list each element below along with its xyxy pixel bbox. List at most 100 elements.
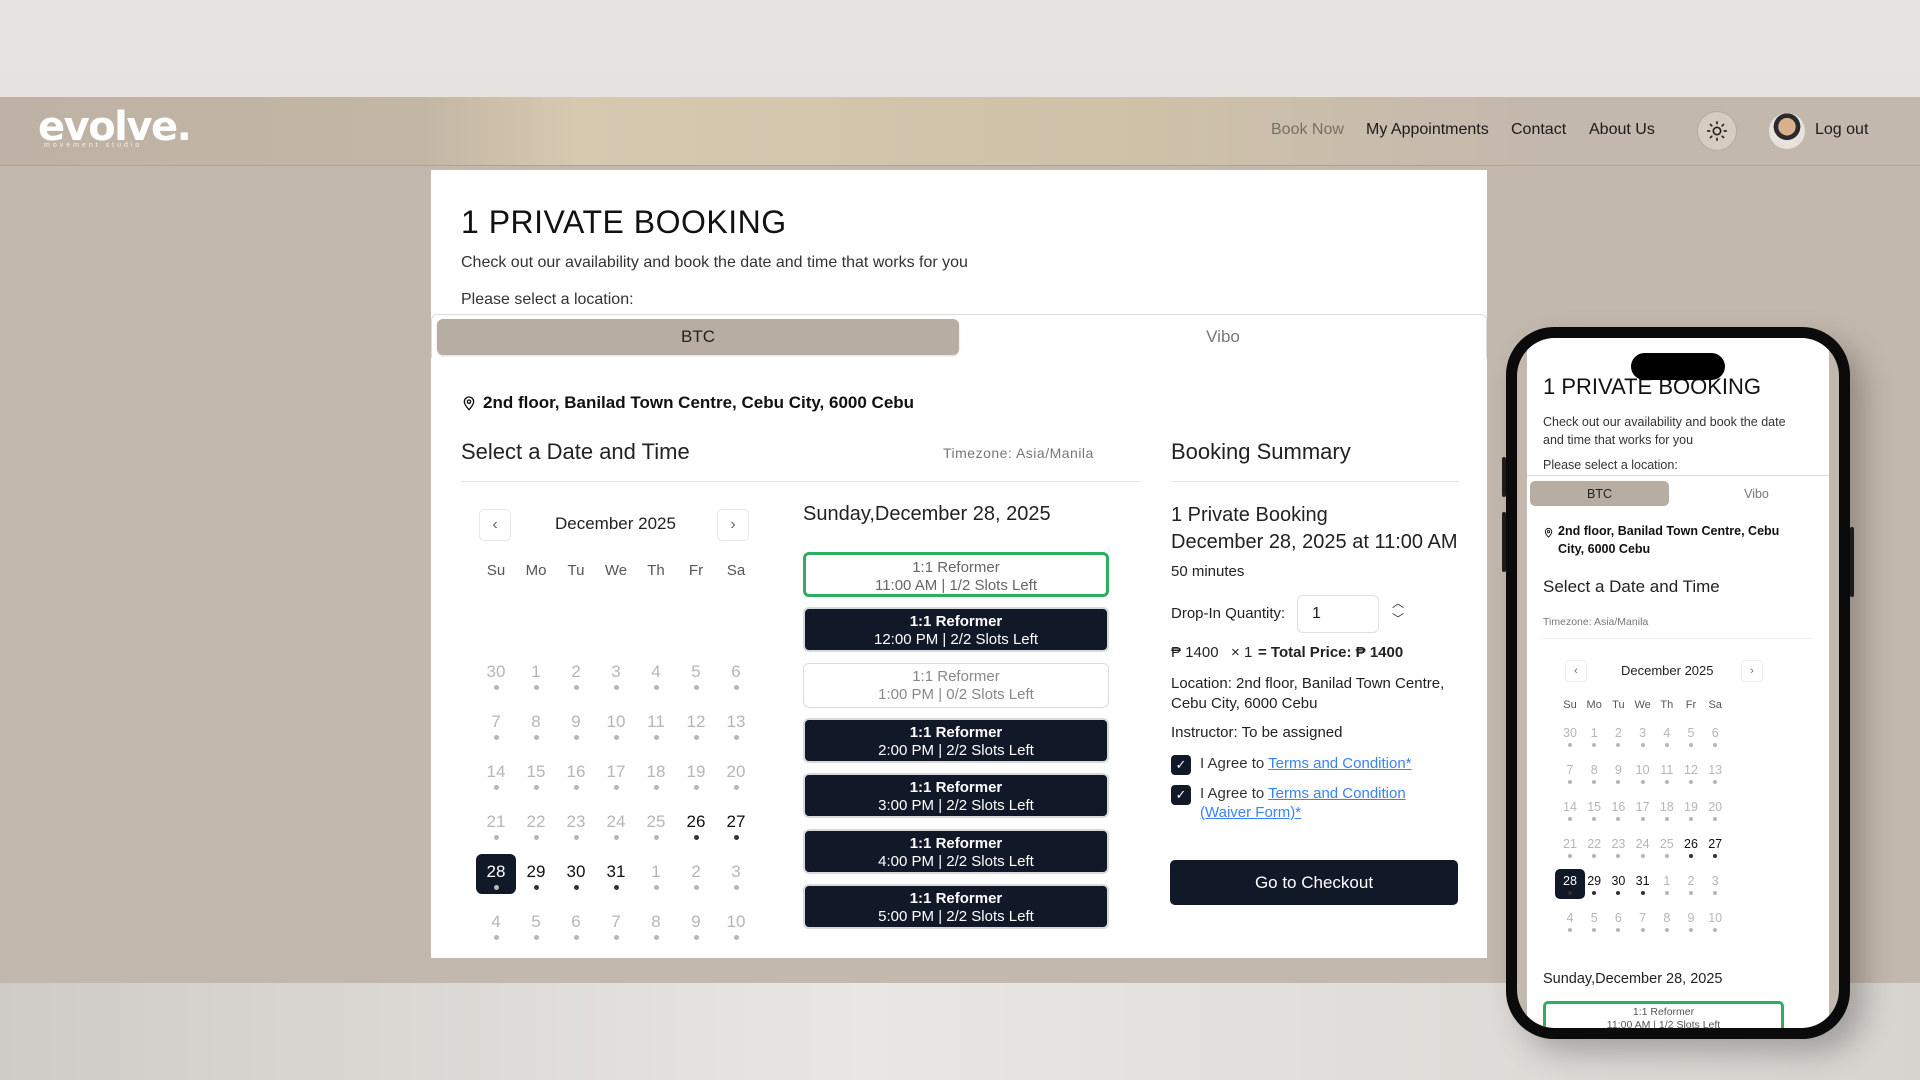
mobile-tab-vibo[interactable]: Vibo [1687, 481, 1826, 506]
mobile-booking-card: 1 PRIVATE BOOKING Check out our availabi… [1527, 338, 1829, 1028]
mobile-day-number: 23 [1611, 837, 1626, 851]
theme-toggle-button[interactable] [1697, 111, 1737, 151]
mobile-address: 2nd floor, Banilad Town Centre, Cebu Cit… [1543, 522, 1783, 558]
calendar-day[interactable]: 31 [596, 854, 636, 894]
availability-dot [614, 835, 619, 840]
mobile-day-number: 9 [1614, 763, 1622, 777]
chevron-left-icon: ‹ [1574, 665, 1578, 677]
mobile-weekday-label: Sa [1708, 699, 1722, 711]
calendar-day: 3 [596, 654, 636, 694]
mobile-availability-dot [1689, 817, 1693, 821]
slot-time-availability: 2:00 PM | 2/2 Slots Left [878, 741, 1034, 759]
chevron-down-icon[interactable]: ﹀ [1390, 611, 1406, 627]
availability-dot [614, 685, 619, 690]
location-address: 2nd floor, Banilad Town Centre, Cebu Cit… [461, 393, 914, 413]
calendar-day: 2 [556, 654, 596, 694]
availability-dot [574, 685, 579, 690]
terms-link[interactable]: Terms and Condition* [1268, 755, 1411, 772]
mobile-availability-dot [1713, 891, 1718, 895]
availability-dot [494, 835, 499, 840]
checkout-button[interactable]: Go to Checkout [1170, 860, 1458, 905]
mobile-calendar-day: 3 [1700, 869, 1730, 899]
time-slot[interactable]: 1:1 Reformer 2:00 PM | 2/2 Slots Left [803, 717, 1109, 763]
mobile-prev-month-button[interactable]: ‹ [1565, 660, 1587, 682]
nav-about-us[interactable]: About Us [1589, 121, 1655, 139]
calendar-day[interactable]: 26 [676, 804, 716, 844]
mobile-day-number: 14 [1563, 800, 1577, 814]
time-slot[interactable]: 1:1 Reformer 12:00 PM | 2/2 Slots Left [803, 607, 1109, 653]
slot-class-name: 1:1 Reformer [909, 723, 1003, 741]
calendar-day: 10 [596, 704, 636, 744]
mobile-day-number: 30 [1611, 874, 1626, 888]
waiver-checkbox[interactable]: ✓ [1171, 785, 1191, 805]
day-number: 1 [651, 862, 661, 881]
slot-time-availability: 5:00 PM | 2/2 Slots Left [878, 907, 1034, 925]
day-number: 23 [566, 812, 586, 831]
quantity-stepper[interactable]: ︿ ﹀ [1390, 595, 1406, 633]
day-number: 24 [606, 812, 626, 831]
day-number: 12 [686, 712, 706, 731]
map-pin-icon [463, 396, 475, 411]
time-slot[interactable]: 1:1 Reformer 5:00 PM | 2/2 Slots Left [803, 883, 1109, 929]
mobile-next-month-button[interactable]: › [1741, 660, 1763, 682]
nav-my-appointments[interactable]: My Appointments [1366, 121, 1489, 139]
day-number: 27 [726, 812, 746, 831]
calendar-day: 17 [596, 754, 636, 794]
mobile-location-label: Please select a location: [1543, 458, 1678, 472]
nav-book-now[interactable]: Book Now [1271, 121, 1344, 139]
mobile-calendar-day[interactable]: 27 [1700, 832, 1730, 862]
time-slot[interactable]: 1:1 Reformer 11:00 AM | 1/2 Slots Left [803, 552, 1109, 597]
mobile-tab-btc[interactable]: BTC [1530, 481, 1669, 506]
calendar-day[interactable]: 30 [556, 854, 596, 894]
day-number: 28 [486, 862, 506, 881]
time-slot[interactable]: 1:1 Reformer 4:00 PM | 2/2 Slots Left [803, 828, 1109, 874]
day-number: 14 [486, 762, 506, 781]
mobile-day-number: 8 [1590, 763, 1598, 777]
mobile-day-number: 1 [1590, 726, 1598, 740]
mobile-calendar-day: 20 [1700, 795, 1730, 825]
chevron-up-icon[interactable]: ︿ [1390, 595, 1406, 611]
availability-dot [574, 885, 579, 890]
mobile-slot-name: 1:1 Reformer [1632, 1006, 1695, 1018]
calendar-day[interactable]: 27 [716, 804, 756, 844]
brand-tagline: movement studio [44, 142, 143, 149]
day-number: 19 [686, 762, 706, 781]
mobile-address-text: 2nd floor, Banilad Town Centre, Cebu Cit… [1558, 524, 1780, 556]
quantity-input[interactable]: 1 [1297, 595, 1379, 633]
mobile-date-time-heading: Select a Date and Time [1543, 577, 1720, 596]
nav-contact[interactable]: Contact [1511, 121, 1566, 139]
day-number: 9 [691, 912, 701, 931]
next-month-button[interactable]: › [717, 509, 749, 541]
mobile-availability-dot [1616, 743, 1621, 747]
user-avatar[interactable] [1769, 113, 1805, 149]
day-number: 11 [647, 712, 665, 731]
mobile-calendar-day: 13 [1700, 758, 1730, 788]
chevron-right-icon: › [1750, 665, 1754, 677]
tab-btc[interactable]: BTC [437, 319, 959, 355]
booking-card: 1 PRIVATE BOOKING Check out our availabi… [431, 170, 1487, 958]
mobile-availability-dot [1616, 817, 1621, 821]
logout-link[interactable]: Log out [1815, 121, 1868, 139]
prev-month-button[interactable]: ‹ [479, 509, 511, 541]
availability-dot [694, 785, 699, 790]
mobile-availability-dot [1689, 854, 1693, 858]
weekday-label: Fr [688, 562, 704, 579]
availability-dot [734, 685, 739, 690]
calendar-day: 7 [596, 904, 636, 944]
timezone-label: Timezone: Asia/Manila [943, 445, 1094, 461]
mobile-availability-dot [1664, 854, 1669, 858]
mobile-availability-dot [1713, 854, 1718, 858]
slot-time-availability: 12:00 PM | 2/2 Slots Left [874, 631, 1038, 649]
chevron-right-icon: › [730, 516, 736, 533]
calendar-day[interactable]: 29 [516, 854, 556, 894]
divider [1171, 481, 1459, 482]
mobile-time-slot[interactable]: 1:1 Reformer 11:00 AM | 1/2 Slots Left [1543, 1001, 1784, 1028]
selected-date-heading: Sunday,December 28, 2025 [803, 503, 1051, 525]
terms-checkbox[interactable]: ✓ [1171, 755, 1191, 775]
availability-dot [734, 935, 739, 940]
time-slot[interactable]: 1:1 Reformer 3:00 PM | 2/2 Slots Left [803, 773, 1109, 819]
calendar-day[interactable]: 28 [476, 854, 516, 894]
slot-class-name: 1:1 Reformer [912, 559, 1000, 576]
availability-dot [734, 735, 739, 740]
tab-vibo[interactable]: Vibo [962, 319, 1484, 355]
